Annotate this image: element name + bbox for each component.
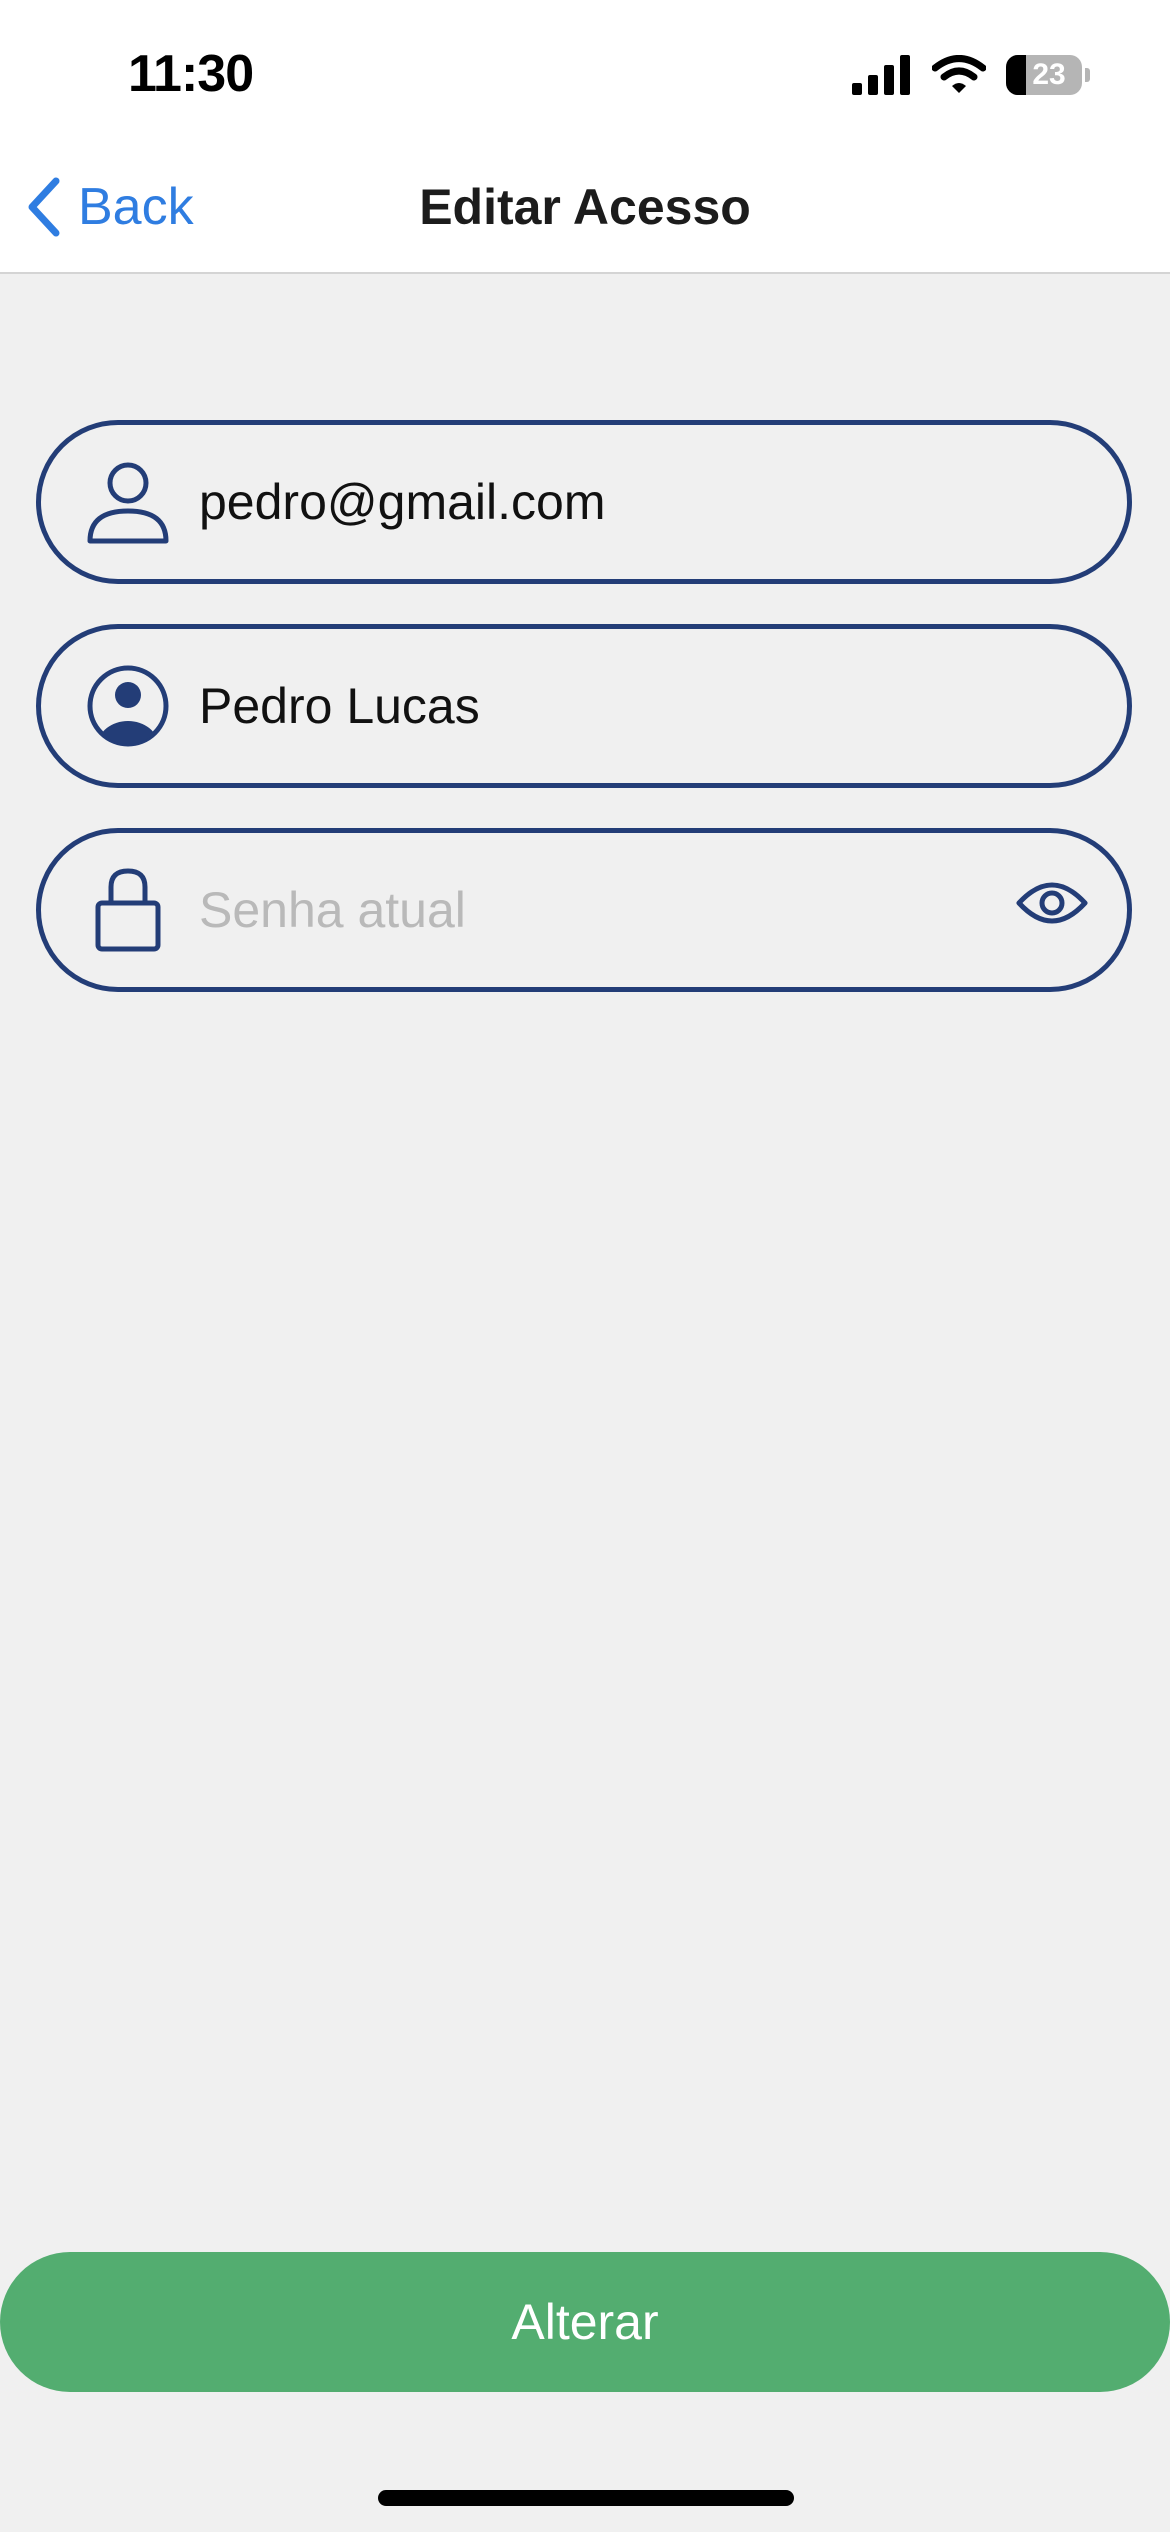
name-value: Pedro Lucas <box>199 678 480 734</box>
password-field[interactable] <box>36 828 1132 992</box>
wifi-icon <box>932 55 986 93</box>
user-circle-icon <box>87 665 169 747</box>
eye-icon[interactable] <box>1015 873 1089 933</box>
user-outline-icon <box>87 462 169 544</box>
page-title: Editar Acesso <box>419 179 751 235</box>
battery-level: 23 <box>1032 58 1066 91</box>
name-field[interactable]: Pedro Lucas <box>36 624 1132 788</box>
email-value: pedro@gmail.com <box>199 474 606 530</box>
signal-icon <box>852 55 910 95</box>
status-time: 11:30 <box>128 45 254 103</box>
home-indicator <box>378 2490 794 2506</box>
status-bar: 11:30 23 <box>0 0 1170 150</box>
submit-button[interactable]: Alterar <box>0 2252 1170 2392</box>
navigation-bar: Back Editar Acesso <box>0 150 1170 274</box>
password-input[interactable] <box>199 833 999 987</box>
lock-icon <box>95 868 161 952</box>
status-icons: 23 <box>852 55 1090 95</box>
battery-icon: 23 <box>1006 55 1082 95</box>
battery-nub <box>1085 68 1090 82</box>
email-field[interactable]: pedro@gmail.com <box>36 420 1132 584</box>
